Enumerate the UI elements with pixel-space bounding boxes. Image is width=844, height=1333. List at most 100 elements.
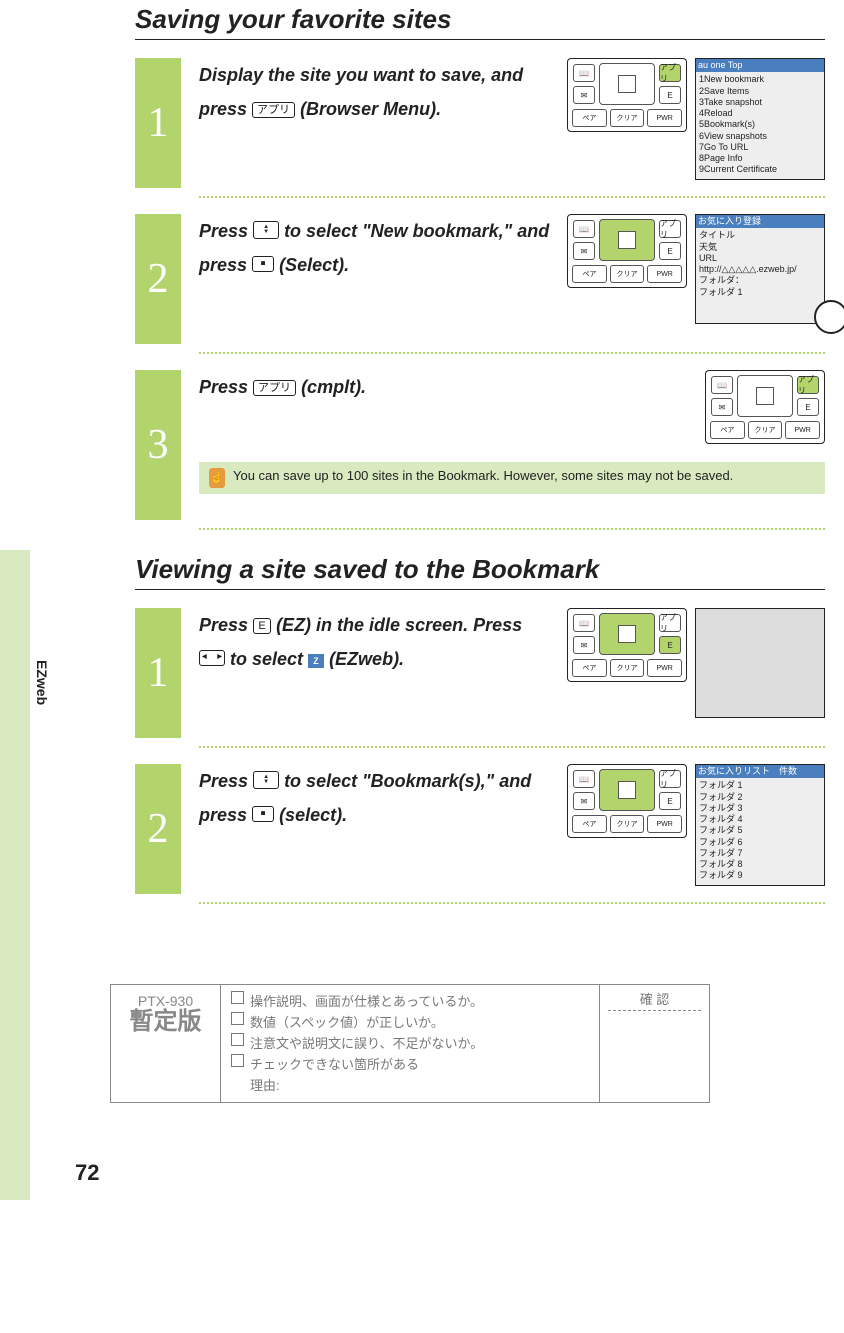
- phone-screen: au one Top 1New bookmark 2Save Items 3Ta…: [695, 58, 825, 180]
- clear-key-icon: クリア: [610, 659, 645, 677]
- folder-item: フォルダ 8: [699, 859, 821, 870]
- book-key-icon: 📖: [573, 64, 595, 82]
- step-instruction: Press アプリ (cmplt).: [199, 370, 691, 404]
- apli-key-icon: アプリ: [252, 102, 295, 118]
- phone-screen: お気に入りリスト 件数 フォルダ 1 フォルダ 2 フォルダ 3 フォルダ 4 …: [695, 764, 825, 886]
- side-label: EZweb: [34, 660, 50, 705]
- text: Press: [199, 771, 253, 791]
- leftright-key-icon: [199, 650, 225, 666]
- text: (cmplt).: [301, 377, 366, 397]
- checkbox-icon[interactable]: [231, 991, 244, 1004]
- text: Press: [199, 615, 253, 635]
- screen-line: フォルダ：: [699, 275, 821, 286]
- e-key-icon: E: [659, 792, 681, 810]
- menu-item: 4Reload: [699, 108, 821, 119]
- dpad-icon: [599, 219, 655, 261]
- clear-key-icon: クリア: [610, 109, 645, 127]
- mail-key-icon: ✉: [573, 242, 595, 260]
- mail-key-icon: ✉: [711, 398, 733, 416]
- phone-screen: [695, 608, 825, 718]
- checkbox-icon[interactable]: [231, 1012, 244, 1025]
- folder-item: フォルダ 3: [699, 803, 821, 814]
- check-text: 操作説明、画面が仕様とあっているか。: [250, 991, 483, 1010]
- menu-item: 5Bookmark(s): [699, 119, 821, 130]
- keypad-figure: 📖 ✉ アプリ E ペア クリア PWR: [567, 764, 687, 838]
- book-key-icon: 📖: [573, 220, 595, 238]
- step-number: 1: [135, 58, 181, 188]
- step-instruction: Press to select "Bookmark(s)," and press…: [199, 764, 553, 832]
- text: Press: [199, 377, 253, 397]
- select-key-icon: [252, 806, 274, 822]
- dpad-icon: [599, 63, 655, 105]
- mail-key-icon: ✉: [573, 636, 595, 654]
- menu-item: 7Go To URL: [699, 142, 821, 153]
- pair-key-icon: ペア: [572, 109, 607, 127]
- step-1: 1 Display the site you want to save, and…: [135, 58, 825, 188]
- apli-key-icon: アプリ: [659, 770, 681, 788]
- step-2: 2 Press to select "New bookmark," and pr…: [135, 214, 825, 344]
- left-tab-strip: [0, 550, 30, 1200]
- checkbox-icon[interactable]: [231, 1054, 244, 1067]
- pwr-key-icon: PWR: [647, 265, 682, 283]
- step-2b: 2 Press to select "Bookmark(s)," and pre…: [135, 764, 825, 894]
- note: ☝ You can save up to 100 sites in the Bo…: [199, 462, 825, 494]
- checkbox-icon[interactable]: [231, 1033, 244, 1046]
- section-title-viewing: Viewing a site saved to the Bookmark: [135, 554, 825, 590]
- book-key-icon: 📖: [711, 376, 733, 394]
- keypad-figure: 📖 ✉ アプリ E ペア クリ: [705, 370, 825, 444]
- e-key-icon: E: [659, 86, 681, 104]
- step-instruction: Press to select "New bookmark," and pres…: [199, 214, 553, 282]
- updown-key-icon: [253, 221, 279, 239]
- dpad-icon: [599, 613, 655, 655]
- text: (Select).: [279, 255, 349, 275]
- screen-line: http://△△△△△.ezweb.jp/: [699, 264, 821, 275]
- menu-item: 9Current Certificate: [699, 164, 821, 175]
- screen-line: 天気: [699, 242, 821, 253]
- dpad-icon: [737, 375, 793, 417]
- screen-line: フォルダ 1: [699, 287, 821, 298]
- check-text: チェックできない箇所がある: [250, 1054, 419, 1073]
- step-number: 3: [135, 370, 181, 520]
- menu-item: 8Page Info: [699, 153, 821, 164]
- menu-item: 2Save Items: [699, 86, 821, 97]
- book-key-icon: 📖: [573, 770, 595, 788]
- review-box: PTX-930 暫定版 操作説明、画面が仕様とあっているか。 数値（スペック値）…: [110, 984, 710, 1103]
- apli-key-icon: アプリ: [659, 220, 681, 238]
- folder-item: フォルダ 2: [699, 792, 821, 803]
- screen-header: au one Top: [696, 59, 824, 72]
- folder-item: フォルダ 7: [699, 848, 821, 859]
- menu-item: 3Take snapshot: [699, 97, 821, 108]
- step-separator: [199, 902, 825, 904]
- e-key-icon: E: [797, 398, 819, 416]
- text: (Browser Menu).: [300, 99, 441, 119]
- step-separator: [199, 196, 825, 198]
- text: to select: [230, 649, 308, 669]
- e-key-icon: E: [659, 242, 681, 260]
- apli-key-icon: アプリ: [659, 614, 681, 632]
- e-key-icon: E: [659, 636, 681, 654]
- pwr-key-icon: PWR: [647, 109, 682, 127]
- e-key-icon: E: [253, 618, 271, 634]
- keypad-figure: 📖 ✉ アプリ E ペア クリア PWR: [567, 608, 687, 682]
- screen-header: お気に入りリスト 件数: [696, 765, 824, 778]
- menu-item: 6View snapshots: [699, 131, 821, 142]
- text: (EZ) in the idle screen. Press: [276, 615, 522, 635]
- select-key-icon: [252, 256, 274, 272]
- step-number: 2: [135, 214, 181, 344]
- folder-item: フォルダ 6: [699, 837, 821, 848]
- pair-key-icon: ペア: [710, 421, 745, 439]
- step-separator: [199, 352, 825, 354]
- book-key-icon: 📖: [573, 614, 595, 632]
- check-text: 数値（スペック値）が正しいか。: [250, 1012, 444, 1031]
- screen-line: タイトル: [699, 230, 821, 241]
- mail-key-icon: ✉: [573, 86, 595, 104]
- step-separator: [199, 528, 825, 530]
- pwr-key-icon: PWR: [785, 421, 820, 439]
- step-instruction: Press E (EZ) in the idle screen. Press t…: [199, 608, 553, 676]
- page-number: 72: [75, 1160, 99, 1186]
- pwr-key-icon: PWR: [647, 659, 682, 677]
- step-number: 2: [135, 764, 181, 894]
- pair-key-icon: ペア: [572, 659, 607, 677]
- check-text: 理由:: [250, 1075, 280, 1094]
- screen-line: URL: [699, 253, 821, 264]
